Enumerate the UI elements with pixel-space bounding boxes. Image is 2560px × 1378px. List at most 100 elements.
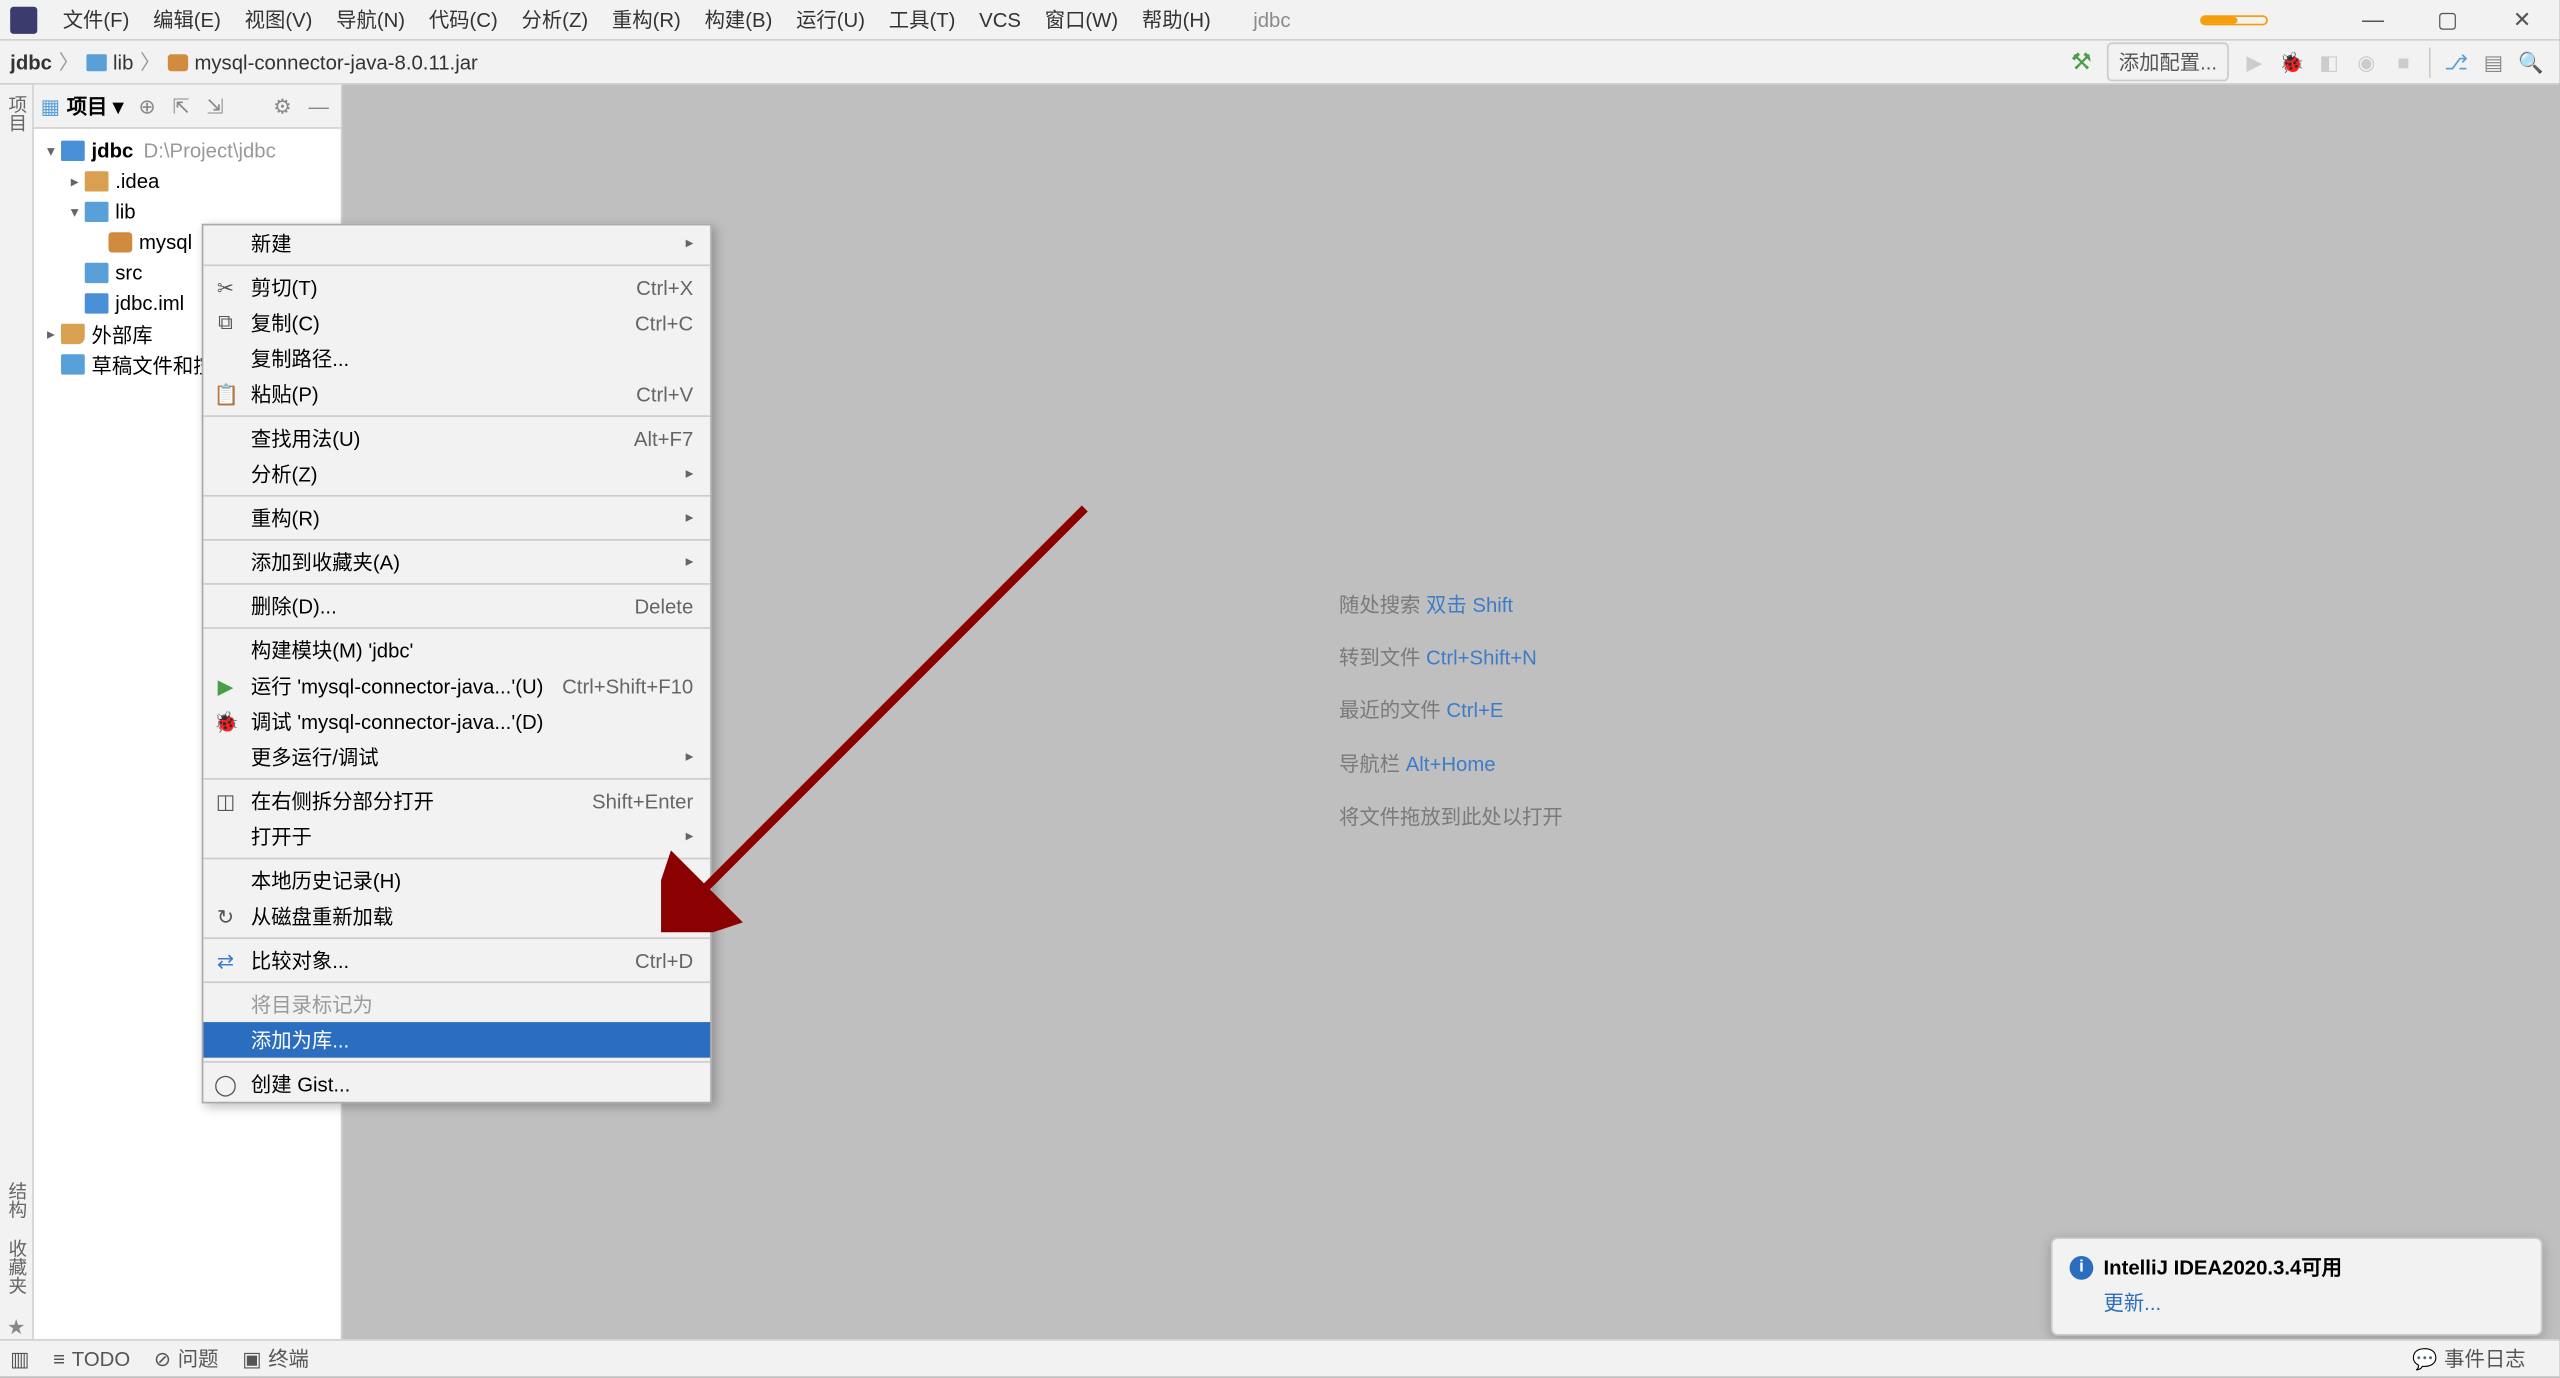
gutter-favorites[interactable]: 收藏夹 [3,1239,30,1295]
ctx-add-favorites[interactable]: 添加到收藏夹(A)▸ [203,544,710,580]
left-gutter: 项目 结构 收藏夹 ★ [0,85,34,1339]
sidebar-header: ▦ 项目 ▾ ⊕ ⇱ ⇲ ⚙ — [34,85,341,129]
folder-icon [85,202,109,222]
project-title: jdbc [1253,8,1290,32]
collapse-all-icon[interactable]: ⇲ [201,94,228,118]
ctx-mark-directory: 将目录标记为 [203,986,710,1022]
sidebar-title[interactable]: 项目 ▾ [67,92,124,121]
crumb-separator: 〉 [140,47,160,76]
ctx-more-run[interactable]: 更多运行/调试▸ [203,739,710,775]
menu-file[interactable]: 文件(F) [51,0,141,40]
build-icon[interactable]: ⚒ [2064,45,2098,79]
library-icon [61,324,85,344]
copy-icon: ⧉ [214,310,238,335]
problems-icon: ⊘ [154,1347,171,1371]
ctx-create-gist[interactable]: ◯创建 Gist... [203,1066,710,1102]
ctx-delete[interactable]: 删除(D)...Delete [203,588,710,624]
ctx-add-as-library[interactable]: 添加为库... [203,1022,710,1058]
info-icon: i [2070,1255,2094,1279]
ctx-copy-path[interactable]: 复制路径... [203,341,710,377]
menu-refactor[interactable]: 重构(R) [600,0,693,40]
menu-edit[interactable]: 编辑(E) [141,0,233,40]
stop-icon[interactable]: ■ [2387,45,2421,79]
settings-icon[interactable]: ⚙ [268,94,296,118]
menu-run[interactable]: 运行(U) [784,0,877,40]
ctx-open-in[interactable]: 打开于▸ [203,819,710,855]
ctx-compare[interactable]: ⇄比较对象...Ctrl+D [203,942,710,978]
iml-icon [85,293,109,313]
toast-update-link[interactable]: 更新... [2103,1288,2523,1317]
crumb-lib[interactable]: lib [86,50,133,74]
folder-icon [85,263,109,283]
menu-analyze[interactable]: 分析(Z) [510,0,600,40]
ctx-reload-disk[interactable]: ↻从磁盘重新加载 [203,898,710,934]
folder-icon [85,171,109,191]
window-minimize[interactable]: — [2336,7,2411,32]
cut-icon: ✂ [214,275,238,299]
status-toolwindow-icon[interactable]: ▥ [10,1347,29,1371]
ctx-open-right[interactable]: ◫在右侧拆分部分打开Shift+Enter [203,783,710,819]
crumb-jar[interactable]: mysql-connector-java-8.0.11.jar [167,50,478,74]
tree-idea[interactable]: ▸.idea [34,166,341,197]
ctx-find-usages[interactable]: 查找用法(U)Alt+F7 [203,420,710,456]
ctx-local-history[interactable]: 本地历史记录(H)▸ [203,863,710,899]
ctx-build-module[interactable]: 构建模块(M) 'jdbc' [203,632,710,668]
debug-icon[interactable]: 🐞 [2275,45,2309,79]
status-terminal[interactable]: ▣终端 [242,1344,309,1373]
menu-help[interactable]: 帮助(H) [1130,0,1223,40]
add-configuration-button[interactable]: 添加配置... [2107,42,2229,81]
run-icon[interactable]: ▶ [2237,45,2271,79]
project-view-icon: ▦ [41,94,60,118]
git-icon[interactable]: ⎇ [2439,45,2473,79]
coverage-icon[interactable]: ◧ [2312,45,2346,79]
update-notification[interactable]: i IntelliJ IDEA2020.3.4可用 更新... [2051,1237,2543,1335]
menu-build[interactable]: 构建(B) [693,0,785,40]
status-problems[interactable]: ⊘问题 [154,1344,219,1373]
module-icon [61,141,85,161]
menu-tools[interactable]: 工具(T) [877,0,967,40]
menu-view[interactable]: 视图(V) [233,0,325,40]
eventlog-icon: 💬 [2412,1347,2437,1371]
crumb-separator: 〉 [59,47,79,76]
reload-icon: ↻ [214,904,238,928]
gutter-structure[interactable]: 结构 [3,1181,30,1218]
status-todo[interactable]: ≡TODO [53,1347,130,1371]
navigation-bar: jdbc 〉 lib 〉 mysql-connector-java-8.0.11… [0,41,2559,85]
status-eventlog[interactable]: 💬事件日志 [2412,1344,2526,1373]
gutter-bookmark-icon[interactable]: ★ [7,1315,25,1339]
hide-icon[interactable]: — [303,94,334,118]
window-close[interactable]: ✕ [2485,6,2560,33]
indexing-progress [2200,14,2268,24]
menu-navigate[interactable]: 导航(N) [324,0,417,40]
ctx-analyze[interactable]: 分析(Z)▸ [203,456,710,492]
toast-title: IntelliJ IDEA2020.3.4可用 [2103,1253,2342,1282]
ctx-cut[interactable]: ✂剪切(T)Ctrl+X [203,270,710,306]
select-opened-icon[interactable]: ⊕ [133,94,160,118]
ctx-refactor[interactable]: 重构(R)▸ [203,500,710,536]
ctx-copy[interactable]: ⧉复制(C)Ctrl+C [203,305,710,341]
profile-icon[interactable]: ◉ [2349,45,2383,79]
crumb-root[interactable]: jdbc [10,50,52,74]
menu-window[interactable]: 窗口(W) [1033,0,1130,40]
app-icon [10,6,37,33]
scratch-icon [61,354,85,374]
structure-icon[interactable]: ▤ [2476,45,2510,79]
window-maximize[interactable]: ▢ [2410,6,2485,33]
menu-vcs[interactable]: VCS [967,0,1033,40]
jar-icon [108,232,132,252]
tree-lib[interactable]: ▾lib [34,197,341,228]
compare-icon: ⇄ [214,948,238,972]
ctx-new[interactable]: 新建▸ [203,225,710,261]
debug-icon: 🐞 [214,709,238,733]
ctx-debug[interactable]: 🐞调试 'mysql-connector-java...'(D) [203,703,710,739]
menu-code[interactable]: 代码(C) [417,0,510,40]
tree-root[interactable]: ▾jdbcD:\Project\jdbc [34,136,341,167]
ctx-run[interactable]: ▶运行 'mysql-connector-java...'(U)Ctrl+Shi… [203,668,710,704]
ctx-paste[interactable]: 📋粘贴(P)Ctrl+V [203,376,710,412]
terminal-icon: ▣ [242,1347,261,1371]
search-icon[interactable]: 🔍 [2514,45,2548,79]
gutter-project[interactable]: 项目 [3,95,30,132]
menu-bar: 文件(F) 编辑(E) 视图(V) 导航(N) 代码(C) 分析(Z) 重构(R… [0,0,2559,41]
expand-all-icon[interactable]: ⇱ [167,94,194,118]
jar-icon [167,55,187,72]
